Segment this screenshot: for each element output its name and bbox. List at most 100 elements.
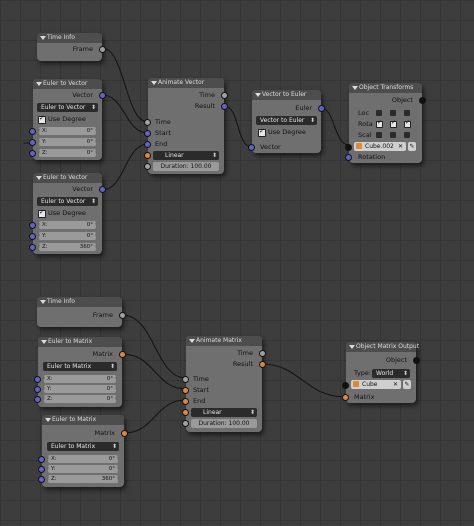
node-title[interactable]: Object Transforms [349,83,422,93]
interpolation-input-socket[interactable] [144,152,151,159]
euler-to-vector-node[interactable]: Euler to Vector Vector Euler to Vector U… [29,173,106,254]
vector-output-socket[interactable] [99,186,106,193]
mode-dropdown[interactable]: Vector to Euler [256,116,317,125]
duration-field[interactable]: Duration: 100.00 [153,162,219,171]
eyedropper-icon[interactable]: ✎ [408,142,416,151]
animate-vector-node[interactable]: Animate Vector Time Result Time Start En… [144,78,228,174]
node-title[interactable]: Object Matrix Output [346,342,419,352]
loc-z-toggle[interactable] [404,110,410,116]
x-field[interactable]: X: 0° [47,455,119,463]
y-field[interactable]: Y: 0° [47,465,119,473]
node-title[interactable]: Euler to Matrix [38,337,122,347]
y-input-socket[interactable] [34,386,41,393]
start-input-socket[interactable] [144,130,151,137]
scale-y-toggle[interactable] [390,132,396,138]
result-output-socket[interactable] [259,361,266,368]
euler-output-socket[interactable] [318,105,325,112]
node-title[interactable]: Time Info [37,33,102,43]
euler-to-vector-node[interactable]: Euler to Vector Vector Euler to Vector U… [29,79,106,160]
time-input-socket[interactable] [182,376,189,383]
duration-input-socket[interactable] [144,163,151,170]
object-input-socket[interactable] [342,382,349,389]
interpolation-input-socket[interactable] [182,409,189,416]
time-output-socket[interactable] [221,92,228,99]
interpolation-dropdown[interactable]: Linear [153,151,219,160]
x-input-socket[interactable] [34,376,41,383]
frame-output-socket[interactable] [99,46,106,53]
end-input-socket[interactable] [182,398,189,405]
rot-x-toggle[interactable] [376,119,383,128]
use-degree-checkbox[interactable] [38,208,46,218]
scale-z-toggle[interactable] [404,132,410,138]
node-title[interactable]: Vector to Euler [252,90,321,100]
mode-dropdown[interactable]: Euler to Vector [37,103,98,112]
z-field[interactable]: Z: 0° [43,395,117,403]
y-input-socket[interactable] [29,233,36,240]
vector-output-socket[interactable] [99,92,106,99]
x-field[interactable]: X: 0° [43,375,117,383]
z-field[interactable]: Z: 360° [38,243,97,251]
animate-matrix-node[interactable]: Animate Matrix Time Result Time Start En… [182,336,266,432]
duration-input-socket[interactable] [182,420,189,427]
clear-icon[interactable]: ✕ [398,142,403,151]
duration-field[interactable]: Duration: 100.00 [191,419,257,428]
clear-icon[interactable]: ✕ [393,380,398,389]
matrix-output-socket[interactable] [119,351,126,358]
z-field[interactable]: Z: 360° [47,475,119,483]
y-field[interactable]: Y: 0° [38,232,97,240]
eyedropper-icon[interactable]: ✎ [403,380,411,389]
x-field[interactable]: X: 0° [38,221,97,229]
time-input-socket[interactable] [144,119,151,126]
mode-dropdown[interactable]: Euler to Matrix [47,442,119,451]
y-field[interactable]: Y: 0° [43,385,117,393]
x-field[interactable]: X: 0° [38,127,97,135]
euler-to-matrix-node[interactable]: Euler to Matrix Matrix Euler to Matrix X… [34,337,126,407]
mode-dropdown[interactable]: Euler to Vector [37,197,98,206]
end-input-socket[interactable] [144,141,151,148]
rot-y-toggle[interactable] [390,119,397,128]
x-input-socket[interactable] [38,456,45,463]
object-field[interactable]: Cube ✕ [351,380,401,389]
use-degree-checkbox[interactable] [38,114,46,124]
node-title[interactable]: Time Info [37,297,122,307]
object-field[interactable]: Cube.002 ✕ [354,142,406,151]
rot-z-toggle[interactable] [404,119,411,128]
object-transforms-node[interactable]: Object Transforms Object Loc Rota Scal C… [345,83,426,163]
vector-input-socket[interactable] [248,144,255,151]
node-title[interactable]: Animate Vector [148,78,224,88]
z-input-socket[interactable] [29,150,36,157]
object-output-socket[interactable] [413,357,420,364]
x-input-socket[interactable] [29,128,36,135]
y-input-socket[interactable] [38,466,45,473]
y-field[interactable]: Y: 0° [38,138,97,146]
z-input-socket[interactable] [38,476,45,483]
time-info-node[interactable]: Time Info Frame [37,297,126,327]
result-output-socket[interactable] [221,103,228,110]
type-dropdown[interactable]: World [372,369,410,378]
interpolation-dropdown[interactable]: Linear [191,408,257,417]
matrix-input-socket[interactable] [342,394,349,401]
y-input-socket[interactable] [29,139,36,146]
rotation-input-socket[interactable] [345,154,352,161]
start-input-socket[interactable] [182,387,189,394]
frame-output-socket[interactable] [119,312,126,319]
loc-x-toggle[interactable] [376,110,382,116]
vector-to-euler-node[interactable]: Vector to Euler Euler Vector to Euler Us… [248,90,325,153]
object-matrix-output-node[interactable]: Object Matrix Output Object Type: World … [342,342,420,403]
object-output-socket[interactable] [419,97,426,104]
scale-x-toggle[interactable] [376,132,382,138]
node-title[interactable]: Animate Matrix [186,336,262,346]
node-title[interactable]: Euler to Vector [33,79,102,89]
z-input-socket[interactable] [34,396,41,403]
x-input-socket[interactable] [29,222,36,229]
use-degree-checkbox[interactable] [258,127,266,137]
z-input-socket[interactable] [29,244,36,251]
mode-dropdown[interactable]: Euler to Matrix [43,362,117,371]
object-input-socket[interactable] [345,144,352,151]
z-field[interactable]: Z: 0° [38,149,97,157]
node-title[interactable]: Euler to Vector [33,173,102,183]
loc-y-toggle[interactable] [390,110,396,116]
time-info-node[interactable]: Time Info Frame [37,33,106,61]
time-output-socket[interactable] [259,350,266,357]
node-title[interactable]: Euler to Matrix [42,415,124,425]
